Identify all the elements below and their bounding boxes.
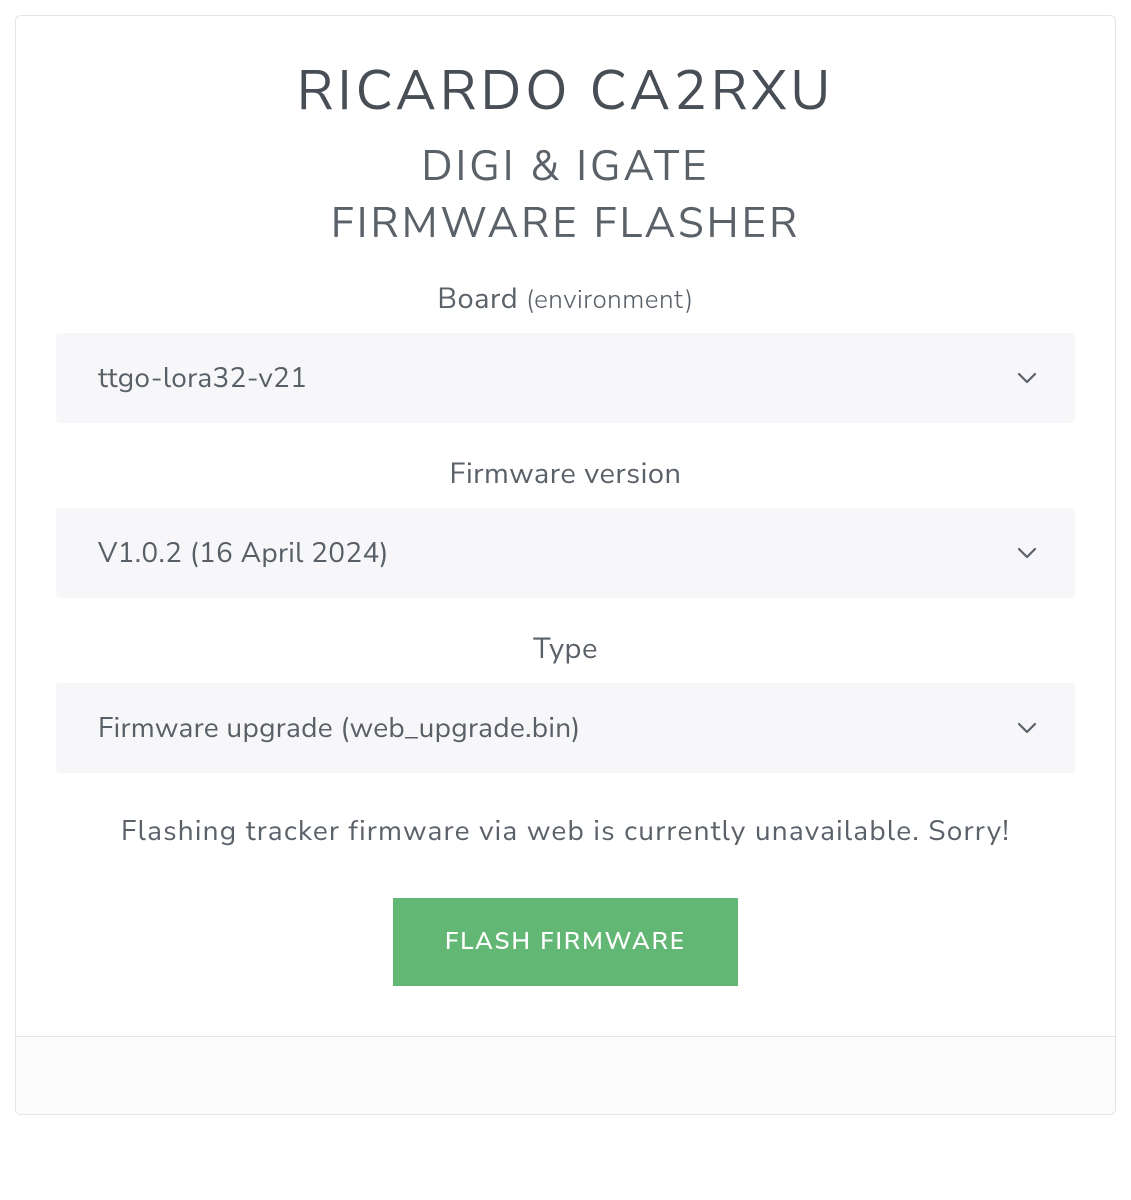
type-label: Type: [56, 630, 1075, 669]
flash-firmware-button[interactable]: FLASH FIRMWARE: [393, 898, 738, 986]
type-select[interactable]: Firmware upgrade (web_upgrade.bin): [56, 683, 1075, 773]
subtitle-line-2: FIRMWARE FLASHER: [331, 195, 800, 252]
subtitle-line-1: DIGI & IGATE: [421, 138, 709, 195]
status-message: Flashing tracker firmware via web is cur…: [56, 809, 1075, 854]
firmware-version-select[interactable]: V1.0.2 (16 April 2024): [56, 508, 1075, 598]
page-subtitle: DIGI & IGATE FIRMWARE FLASHER: [56, 139, 1075, 252]
board-select[interactable]: ttgo-lora32-v21: [56, 333, 1075, 423]
card-footer: [16, 1036, 1115, 1114]
firmware-select-wrapper: V1.0.2 (16 April 2024): [56, 508, 1075, 598]
page-title: RICARDO CA2RXU: [56, 54, 1075, 129]
flasher-card: RICARDO CA2RXU DIGI & IGATE FIRMWARE FLA…: [15, 15, 1116, 1115]
board-label-main: Board: [437, 280, 518, 319]
firmware-version-label: Firmware version: [56, 455, 1075, 494]
board-select-wrapper: ttgo-lora32-v21: [56, 333, 1075, 423]
type-select-wrapper: Firmware upgrade (web_upgrade.bin): [56, 683, 1075, 773]
card-body: RICARDO CA2RXU DIGI & IGATE FIRMWARE FLA…: [16, 16, 1115, 1036]
board-label-sub: (environment): [526, 283, 694, 318]
board-label: Board (environment): [56, 280, 1075, 319]
